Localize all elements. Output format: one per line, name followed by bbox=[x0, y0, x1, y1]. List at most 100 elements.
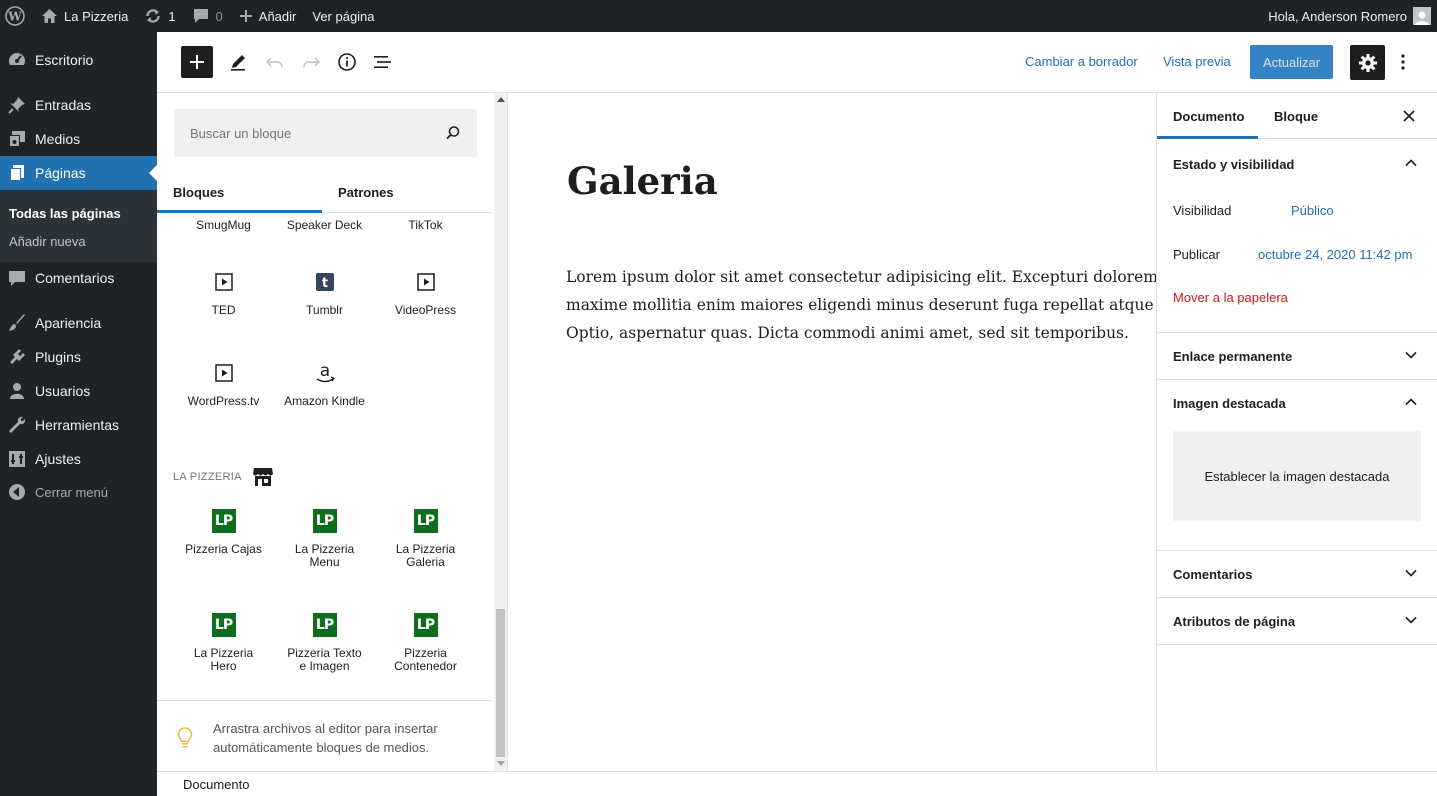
tab-document[interactable]: Documento bbox=[1173, 93, 1245, 139]
panel-comments-toggle[interactable]: Comentarios bbox=[1157, 551, 1437, 597]
toggle-inserter-button[interactable] bbox=[181, 46, 213, 78]
block-item-ted[interactable]: TED bbox=[173, 270, 274, 317]
divider bbox=[1157, 644, 1437, 645]
submenu-all-pages[interactable]: Todas las páginas bbox=[9, 206, 121, 221]
plus-icon bbox=[239, 9, 253, 23]
block-item-la-pizzeria-galeria[interactable]: LP La Pizzeria Galeria bbox=[375, 509, 476, 569]
editor-header: Cambiar a borrador Vista previa Actualiz… bbox=[157, 32, 1437, 93]
tab-block[interactable]: Bloque bbox=[1274, 93, 1318, 139]
updates-link[interactable]: 1 bbox=[136, 0, 183, 32]
lp-logo-icon: LP bbox=[211, 509, 236, 533]
block-item-pizzeria-texto-e-imagen[interactable]: LP Pizzeria Texto e Imagen bbox=[274, 613, 375, 673]
block-item-wordpress-tv[interactable]: WordPress.tv bbox=[173, 361, 274, 408]
block-item-amazon-kindle[interactable]: a Amazon Kindle bbox=[274, 361, 375, 408]
updates-count: 1 bbox=[168, 8, 176, 24]
post-title[interactable]: Galeria bbox=[567, 159, 718, 203]
menu-item-appearance[interactable]: Apariencia bbox=[0, 306, 157, 340]
svg-text:t: t bbox=[321, 276, 327, 291]
scroll-thumb[interactable] bbox=[496, 609, 505, 757]
list-view-button[interactable] bbox=[367, 46, 399, 78]
block-label: Tumblr bbox=[306, 303, 343, 317]
add-new-link[interactable]: Añadir bbox=[231, 0, 305, 32]
collapse-arrow-icon bbox=[7, 482, 27, 502]
settings-button[interactable] bbox=[1350, 45, 1385, 80]
block-label: Amazon Kindle bbox=[284, 394, 365, 408]
home-icon bbox=[41, 8, 58, 24]
update-button[interactable]: Actualizar bbox=[1250, 45, 1333, 79]
menu-label-plugins: Plugins bbox=[35, 349, 81, 365]
block-search-input[interactable] bbox=[174, 109, 434, 157]
menu-label-settings: Ajustes bbox=[35, 451, 81, 467]
menu-item-comments[interactable]: Comentarios bbox=[0, 261, 157, 295]
comments-link[interactable]: 0 bbox=[184, 0, 231, 32]
editor-footer: Documento bbox=[157, 771, 1437, 796]
tools-button[interactable] bbox=[222, 46, 254, 78]
wordpress-logo-icon[interactable]: W bbox=[0, 0, 33, 32]
panel-featured-image-toggle[interactable]: Imagen destacada bbox=[1157, 380, 1437, 426]
block-item-speaker-deck[interactable]: Speaker Deck bbox=[274, 219, 375, 232]
lp-logo-icon: LP bbox=[413, 509, 438, 533]
undo-button[interactable] bbox=[259, 46, 291, 78]
switch-to-draft-button[interactable]: Cambiar a borrador bbox=[1025, 54, 1138, 69]
breadcrumb[interactable]: Documento bbox=[183, 777, 249, 792]
redo-button[interactable] bbox=[295, 46, 327, 78]
submenu-add-new[interactable]: Añadir nueva bbox=[9, 234, 86, 249]
menu-item-tools[interactable]: Herramientas bbox=[0, 408, 157, 442]
block-item-la-pizzeria-hero[interactable]: LP La Pizzeria Hero bbox=[173, 613, 274, 673]
tab-blocks[interactable]: Bloques bbox=[173, 171, 224, 213]
panel-status-visibility-toggle[interactable]: Estado y visibilidad bbox=[1157, 141, 1437, 187]
menu-item-plugins[interactable]: Plugins bbox=[0, 340, 157, 374]
collapse-menu-button[interactable]: Cerrar menú bbox=[0, 475, 157, 509]
menu-label-pages: Páginas bbox=[35, 165, 86, 181]
options-menu-button[interactable] bbox=[1387, 46, 1419, 78]
block-label: WordPress.tv bbox=[187, 394, 260, 408]
publish-date-button[interactable]: octubre 24, 2020 11:42 pm bbox=[1258, 247, 1412, 262]
chevron-down-icon bbox=[1404, 348, 1418, 362]
inserter-scrollbar[interactable] bbox=[494, 93, 507, 771]
lightbulb-icon bbox=[177, 727, 193, 749]
panel-title: Comentarios bbox=[1173, 566, 1253, 582]
inserter-tabs: Bloques Patrones bbox=[157, 171, 492, 213]
paragraph-block[interactable]: Lorem ipsum dolor sit amet consectetur a… bbox=[566, 263, 1156, 347]
settings-sliders-icon bbox=[7, 449, 27, 469]
inserter-tip: Arrastra archivos al editor para inserta… bbox=[157, 700, 492, 771]
block-item-pizzeria-cajas[interactable]: LP Pizzeria Cajas bbox=[173, 509, 274, 556]
scroll-up-arrow-icon[interactable] bbox=[497, 97, 505, 102]
menu-item-media[interactable]: Medios bbox=[0, 122, 157, 156]
visibility-value-button[interactable]: Público bbox=[1291, 203, 1334, 218]
site-name-link[interactable]: La Pizzeria bbox=[33, 0, 136, 32]
menu-item-pages[interactable]: Páginas bbox=[0, 156, 157, 190]
panel-title: Atributos de página bbox=[1173, 613, 1296, 629]
active-tab-indicator bbox=[1157, 136, 1258, 139]
view-page-link[interactable]: Ver página bbox=[304, 0, 382, 32]
details-button[interactable] bbox=[331, 46, 363, 78]
block-item-la-pizzeria-menu[interactable]: LP La Pizzeria Menu bbox=[274, 509, 375, 569]
menu-item-users[interactable]: Usuarios bbox=[0, 374, 157, 408]
menu-item-settings[interactable]: Ajustes bbox=[0, 442, 157, 476]
block-item-tumblr[interactable]: t Tumblr bbox=[274, 270, 375, 317]
block-label: TikTok bbox=[408, 218, 443, 232]
tab-patterns[interactable]: Patrones bbox=[338, 171, 394, 213]
menu-item-posts[interactable]: Entradas bbox=[0, 88, 157, 122]
account-menu[interactable]: Hola, Anderson Romero bbox=[1260, 0, 1437, 32]
set-featured-image-button[interactable]: Establecer la imagen destacada bbox=[1173, 431, 1421, 521]
more-vertical-icon bbox=[1401, 54, 1405, 70]
user-icon bbox=[7, 381, 27, 401]
redo-icon bbox=[303, 57, 321, 68]
block-item-tiktok[interactable]: TikTok bbox=[375, 219, 476, 232]
block-label: SmugMug bbox=[196, 218, 251, 232]
block-item-pizzeria-contenedor[interactable]: LP Pizzeria Contenedor bbox=[375, 613, 476, 673]
block-item-smugmug[interactable]: SmugMug bbox=[173, 219, 274, 232]
chevron-down-icon bbox=[1404, 613, 1418, 627]
preview-button[interactable]: Vista previa bbox=[1163, 54, 1231, 69]
search-icon[interactable] bbox=[445, 125, 461, 141]
block-item-videopress[interactable]: VideoPress bbox=[375, 270, 476, 317]
move-to-trash-button[interactable]: Mover a la papelera bbox=[1173, 290, 1288, 305]
panel-page-attributes-toggle[interactable]: Atributos de página bbox=[1157, 598, 1437, 644]
scroll-down-arrow-icon[interactable] bbox=[497, 761, 505, 766]
menu-item-dashboard[interactable]: Escritorio bbox=[0, 43, 157, 77]
panel-permalink-toggle[interactable]: Enlace permanente bbox=[1157, 333, 1437, 379]
menu-label-media: Medios bbox=[35, 131, 81, 147]
close-icon[interactable] bbox=[1399, 106, 1419, 126]
category-title-text: LA PIZZERIA bbox=[173, 471, 242, 483]
